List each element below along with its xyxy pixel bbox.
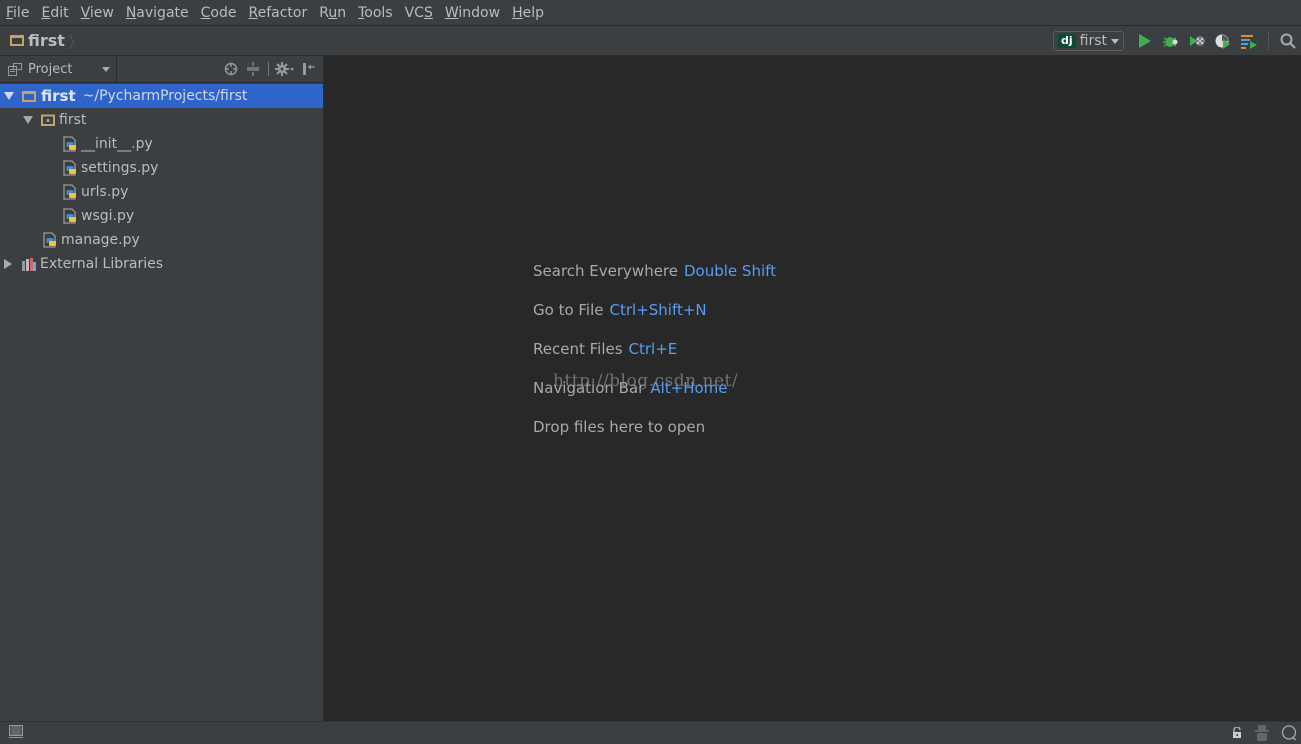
chevron-down-icon	[1111, 38, 1119, 44]
menu-vcs[interactable]: VCS	[405, 5, 433, 21]
project-view-label: Project	[28, 61, 73, 77]
breadcrumb-project[interactable]: first	[28, 31, 65, 50]
tree-node-file[interactable]: manage.py	[0, 228, 323, 252]
python-file-icon	[63, 184, 76, 200]
menu-run[interactable]: Run	[319, 5, 346, 21]
shortcut-key: Double Shift	[684, 262, 777, 280]
hide-icon[interactable]	[301, 61, 317, 77]
settings-icon[interactable]	[275, 61, 295, 77]
breadcrumb-separator-icon: 〉	[67, 32, 84, 52]
menu-window[interactable]: Window	[445, 5, 500, 21]
watermark-text: http://blog.csdn.net/	[553, 371, 739, 391]
shortcut-key: Ctrl+E	[628, 340, 678, 358]
menu-code[interactable]: Code	[201, 5, 237, 21]
project-panel-header: Project	[0, 55, 323, 83]
django-icon: dj	[1057, 34, 1076, 48]
shortcut-key: Ctrl+Shift+N	[609, 301, 707, 319]
event-log-icon[interactable]	[1281, 725, 1297, 744]
inspector-icon[interactable]	[1255, 725, 1269, 744]
run-icon[interactable]	[1136, 32, 1154, 50]
tree-node-label: first	[59, 112, 87, 128]
scroll-from-source-icon[interactable]	[223, 61, 239, 77]
run-configuration-selector[interactable]: dj first	[1052, 31, 1124, 51]
editor-area[interactable]: Search Everywhere Double Shift Go to File…	[325, 56, 1301, 721]
project-panel-actions	[117, 61, 323, 77]
menu-bar: File Edit View Navigate Code Refactor Ru…	[0, 0, 1301, 26]
run-configuration-label: first	[1079, 33, 1107, 49]
folder-icon	[10, 35, 24, 46]
expand-arrow-icon[interactable]	[4, 259, 12, 269]
project-tool-window: Project first ~/PycharmProjects/first fi…	[0, 55, 324, 721]
chevron-down-icon	[102, 66, 110, 72]
status-bar-widgets	[1220, 725, 1297, 744]
project-view-selector[interactable]: Project	[0, 55, 117, 83]
expand-arrow-icon[interactable]	[23, 116, 33, 124]
tree-node-path: ~/PycharmProjects/first	[82, 88, 248, 104]
tree-node-file[interactable]: urls.py	[0, 180, 323, 204]
concurrency-icon[interactable]	[1240, 32, 1258, 50]
python-file-icon	[63, 160, 76, 176]
python-file-icon	[63, 136, 76, 152]
menu-navigate[interactable]: Navigate	[126, 5, 189, 21]
menu-file[interactable]: File	[6, 5, 29, 21]
tree-node-label: manage.py	[61, 232, 140, 248]
main-toolbar: dj first	[1052, 26, 1301, 56]
tree-node-file[interactable]: settings.py	[0, 156, 323, 180]
status-bar	[0, 721, 1301, 744]
tree-node-label: wsgi.py	[81, 208, 135, 224]
tree-node-label: urls.py	[81, 184, 129, 200]
tree-node-file[interactable]: wsgi.py	[0, 204, 323, 228]
toolbar-separator	[1268, 32, 1269, 50]
expand-arrow-icon[interactable]	[4, 92, 14, 100]
hint-search-everywhere: Search Everywhere Double Shift	[533, 262, 777, 280]
project-tree: first ~/PycharmProjects/first first __in…	[0, 83, 323, 276]
panel-separator	[267, 61, 269, 77]
navigation-bar: first 〉 dj first	[0, 26, 1301, 56]
tree-node-label: settings.py	[81, 160, 159, 176]
menu-view[interactable]: View	[81, 5, 114, 21]
collapse-all-icon[interactable]	[245, 61, 261, 77]
python-file-icon	[63, 208, 76, 224]
hint-drop-files: Drop files here to open	[533, 418, 706, 436]
package-folder-icon	[41, 114, 55, 126]
tree-node-label: __init__.py	[81, 136, 153, 152]
project-view-icon	[8, 62, 22, 76]
hint-go-to-file: Go to File Ctrl+Shift+N	[533, 301, 707, 319]
python-file-icon	[43, 232, 56, 248]
profile-icon[interactable]	[1214, 32, 1232, 50]
lock-icon[interactable]	[1232, 726, 1243, 743]
empty-editor-hints: Search Everywhere Double Shift Go to File…	[533, 262, 776, 457]
coverage-icon[interactable]	[1188, 32, 1206, 50]
menu-tools[interactable]: Tools	[358, 5, 393, 21]
menu-refactor[interactable]: Refactor	[248, 5, 307, 21]
tree-node-project-root[interactable]: first ~/PycharmProjects/first	[0, 84, 323, 108]
tree-node-external-libraries[interactable]: External Libraries	[0, 252, 323, 276]
tree-node-label: first	[41, 87, 76, 105]
tree-node-label: External Libraries	[40, 256, 163, 272]
tree-node-package[interactable]: first	[0, 108, 323, 132]
libraries-icon	[22, 257, 36, 271]
search-icon[interactable]	[1279, 32, 1297, 50]
tree-node-file[interactable]: __init__.py	[0, 132, 323, 156]
breadcrumb[interactable]: first 〉	[0, 29, 84, 53]
folder-icon	[22, 90, 36, 102]
tool-windows-icon[interactable]	[9, 724, 23, 742]
debug-icon[interactable]	[1162, 32, 1180, 50]
menu-help[interactable]: Help	[512, 5, 544, 21]
menu-edit[interactable]: Edit	[41, 5, 68, 21]
